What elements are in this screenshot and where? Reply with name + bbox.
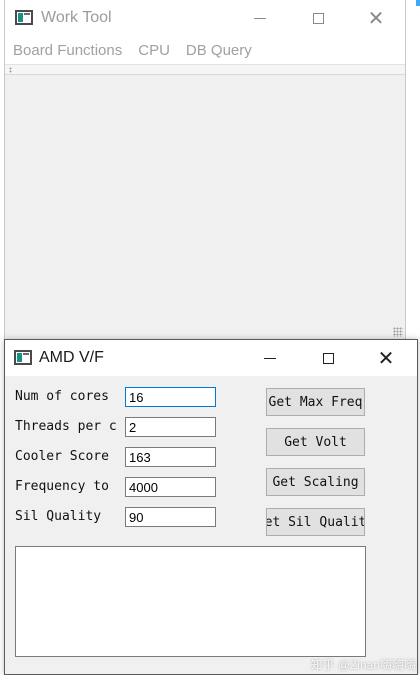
dialog-titlebar[interactable]: AMD V/F ✕ [5,340,417,376]
field-label: Threads per c [15,419,117,434]
toolbar-grip-icon[interactable] [9,67,12,73]
dialog-maximize-button[interactable] [299,340,357,376]
resize-grip-icon[interactable] [393,327,403,337]
menu-db-query[interactable]: DB Query [186,42,252,59]
close-icon: ✕ [367,6,385,30]
toolbar [5,64,405,75]
cooler-score-input[interactable] [125,447,216,467]
work-tool-title: Work Tool [41,9,112,26]
threads-input[interactable] [125,417,216,437]
minimize-button[interactable] [231,0,289,36]
minimize-icon [264,357,276,359]
cores-input[interactable] [125,387,216,407]
work-tool-titlebar[interactable]: Work Tool ✕ [5,0,405,36]
work-tool-window: Work Tool ✕ Board Functions CPU DB Query [4,0,406,340]
menu-cpu[interactable]: CPU [138,42,170,59]
button-label: Get Sil Quality [266,514,364,530]
minimize-icon [254,17,266,19]
get-sil-quality-button[interactable]: Get Sil Quality [266,508,365,536]
corner-accent [416,0,420,6]
field-label: Frequency to [15,479,109,494]
menu-bar: Board Functions CPU DB Query [5,36,405,64]
menu-board-functions[interactable]: Board Functions [13,42,122,59]
button-label: Get Scaling [272,474,359,490]
frequency-input[interactable] [125,477,216,497]
button-label: Get Max Freq [268,394,363,410]
app-window-icon [15,10,33,25]
get-max-freq-button[interactable]: Get Max Freq [266,388,365,416]
get-scaling-button[interactable]: Get Scaling [266,468,365,496]
field-label: Cooler Score [15,449,109,464]
get-volt-button[interactable]: Get Volt [266,428,365,456]
field-label: Num of cores [15,389,109,404]
main-content-area [5,75,405,339]
sil-quality-input[interactable] [125,507,216,527]
dialog-close-button[interactable]: ✕ [357,340,415,376]
dialog-title: AMD V/F [39,349,104,366]
output-textarea[interactable] [15,546,366,657]
maximize-icon [312,12,324,24]
close-button[interactable]: ✕ [347,0,405,36]
amd-vf-dialog: AMD V/F ✕ Num of cores Threads per c Coo… [4,339,418,675]
maximize-button[interactable] [289,0,347,36]
watermark: 知乎 @Zinan嗨嗨嗨 [310,658,416,672]
dialog-minimize-button[interactable] [241,340,299,376]
button-label: Get Volt [284,434,347,450]
app-window-icon [14,350,32,365]
maximize-icon [322,352,334,364]
field-label: Sil Quality [15,509,102,524]
close-icon: ✕ [377,346,395,370]
